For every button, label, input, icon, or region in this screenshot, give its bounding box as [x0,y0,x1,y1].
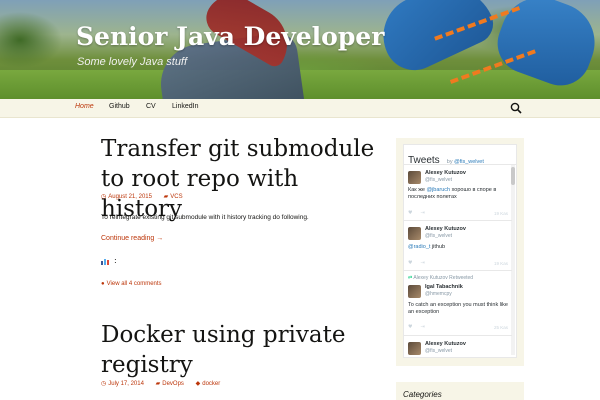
tweet-author-name[interactable]: Alexey Kutuzov [425,341,466,347]
tweet-actions: ♥ ⇥ [408,260,433,266]
tweet-actions: ♥ ⇥ [408,324,433,330]
heart-icon[interactable]: ♥ [408,324,412,330]
tweet[interactable]: Alexey Kutuzov @fis_welvet Как же @jbaru… [404,165,512,221]
tweet[interactable]: ⇄ Alexey Kutuzov Retweeted Igal Tabachni… [404,272,512,336]
avatar[interactable] [408,171,421,184]
twitter-timeline-widget[interactable]: Tweets by @fis_welvet Alexey Kutuzov @fi… [403,144,517,358]
post-category: VCS [170,194,183,200]
nav-item-github[interactable]: Github [109,103,130,110]
heart-icon[interactable]: ♥ [408,260,412,266]
retweet-icon: ⇄ [408,275,413,281]
tweet-date[interactable]: 25 Kas [494,325,508,330]
avatar[interactable] [408,285,421,298]
post-tag: docker [202,381,221,387]
tweet-actions: ♥ ⇥ [408,210,433,216]
share-separator: : [114,256,117,265]
tweet-author-name[interactable]: Alexey Kutuzov [425,226,466,232]
search-icon[interactable] [510,102,522,114]
heart-icon[interactable]: ♥ [408,210,412,216]
clock-icon: ◷ [101,381,107,387]
tweet-mention[interactable]: @jbaruch [426,187,450,193]
post-title[interactable]: Transfer git submodule to root repo with… [101,134,381,224]
tag-icon: ◆ [195,381,201,387]
tweet-author-name[interactable]: Igal Tabachnik [425,284,463,290]
post-date: August 21, 2015 [108,194,152,200]
site-title[interactable]: Senior Java Developer [76,22,384,51]
post-tag-link[interactable]: ◆ docker [196,380,226,387]
site-header: Senior Java Developer Some lovely Java s… [0,0,600,99]
folder-icon: ▰ [163,194,169,200]
tweet-author-handle[interactable]: @hmemcpy [425,291,452,297]
tweet-date[interactable]: 19 Kas [494,261,508,266]
folder-icon: ▰ [155,381,161,387]
post-meta: ◷ August 21, 2015 ▰ VCS [101,193,193,200]
site-description: Some lovely Java stuff [77,56,188,68]
share-icon[interactable] [101,258,110,265]
post-date-link[interactable]: ◷ July 17, 2014 [101,380,149,387]
nav-item-linkedin[interactable]: LinkedIn [172,103,198,110]
tweet-author-handle[interactable]: @fis_welvet [425,233,452,239]
nav-item-home[interactable]: Home [75,103,94,110]
retweet-indicator: ⇄ Alexey Kutuzov Retweeted [408,275,473,281]
clock-icon: ◷ [101,194,107,200]
post-meta: ◷ July 17, 2014 ▰ DevOps ◆ docker [101,380,230,387]
tweet-author-handle[interactable]: @fis_welvet [425,177,452,183]
post-category-link[interactable]: ▰ DevOps [156,380,189,387]
categories-widget-title: Categories [403,390,442,399]
share-arrow-icon[interactable]: ⇥ [420,210,424,216]
tweet-date[interactable]: 19 Kas [494,211,508,216]
comment-icon: ● [101,281,105,287]
avatar[interactable] [408,342,421,355]
main-navigation: Home Github CV LinkedIn [0,99,600,118]
retweet-label[interactable]: Alexey Kutuzov Retweeted [413,275,473,281]
tweet-author-name[interactable]: Alexey Kutuzov [425,170,466,176]
post-date-link[interactable]: ◷ August 21, 2015 [101,193,157,200]
tweet-text: To catch an exception you must think lik… [408,302,508,315]
comments-label: View all 4 comments [106,281,162,287]
tweet[interactable]: Alexey Kutuzov @fis_welvet [404,337,512,357]
tweet-mention[interactable]: @radio_t [408,244,430,250]
nav-item-cv[interactable]: CV [146,103,156,110]
comments-link[interactable]: ● View all 4 comments [101,281,162,287]
tweet-text: Как же @jbaruch хорошо в споре в последн… [408,187,508,201]
continue-reading-link[interactable]: Continue reading → [101,235,163,242]
post-title[interactable]: Docker using private registry [101,320,381,380]
tweet-text-suffix: jithub [430,244,446,250]
share-arrow-icon[interactable]: ⇥ [420,260,424,266]
post-date: July 17, 2014 [108,381,144,387]
tweet-text-prefix: Как же [408,187,427,193]
post-category-link[interactable]: ▰ VCS [164,193,188,200]
post-category: DevOps [162,381,184,387]
tweet[interactable]: Alexey Kutuzov @fis_welvet @radio_t jith… [404,222,512,271]
tweet-text: @radio_t jithub [408,244,508,251]
post-excerpt: To reintegrate existing git submodule wi… [101,214,309,221]
avatar[interactable] [408,227,421,240]
share-arrow-icon[interactable]: ⇥ [420,324,424,330]
tweet-author-handle[interactable]: @fis_welvet [425,348,452,354]
